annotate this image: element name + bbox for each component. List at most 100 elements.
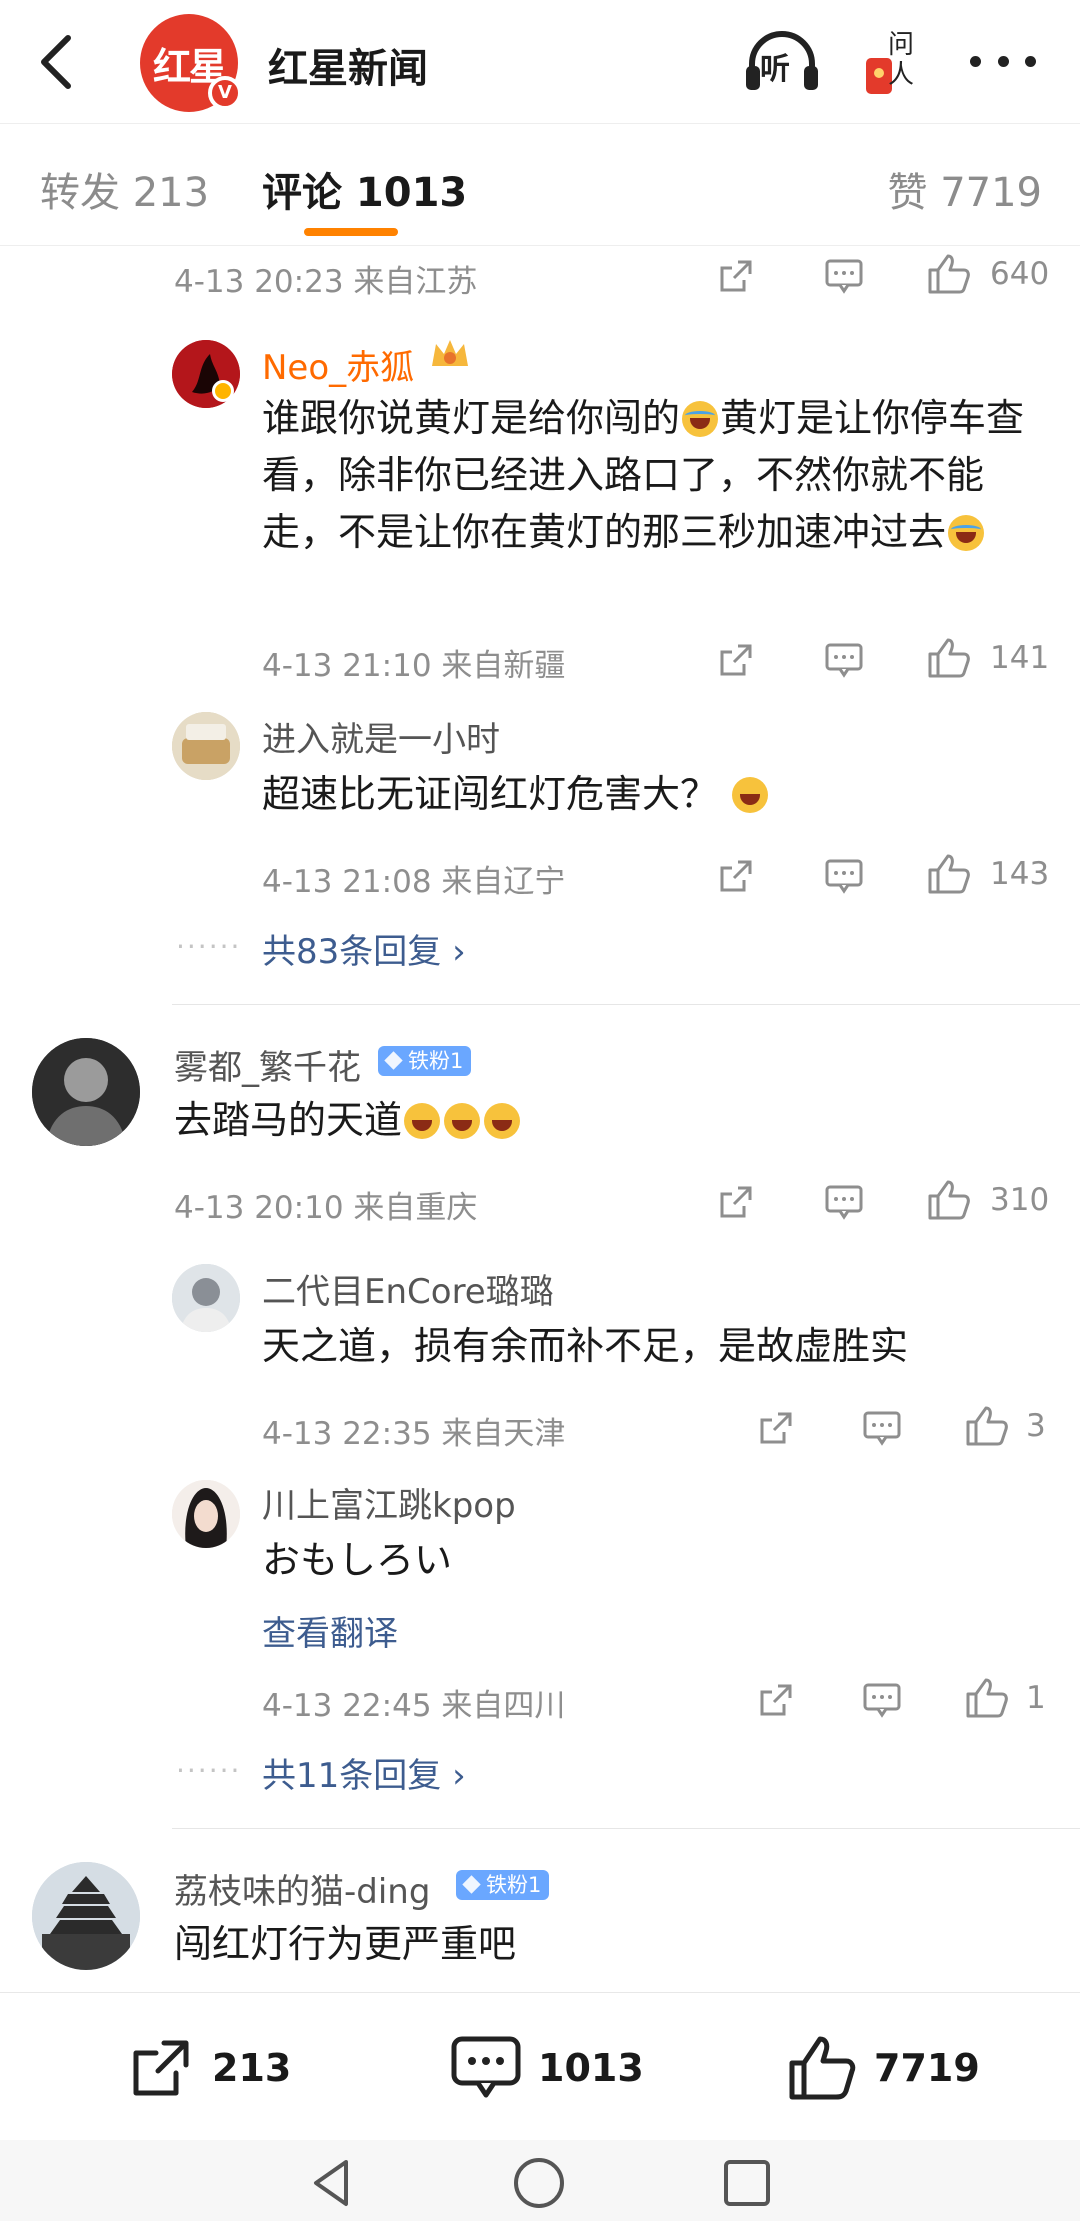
brand-name[interactable]: 红星新闻	[268, 36, 428, 94]
ask-button[interactable]: 问 人	[862, 26, 934, 98]
like-icon[interactable]	[926, 636, 972, 680]
nav-back-icon[interactable]	[306, 2156, 356, 2210]
like-icon[interactable]	[926, 1178, 972, 1222]
like-icon[interactable]	[926, 852, 972, 896]
comment-author[interactable]: 雾都_繁千花	[174, 1040, 361, 1089]
share-icon[interactable]	[716, 640, 756, 680]
comment-text: 闯红灯行为更严重吧	[174, 1922, 517, 1966]
brand-avatar[interactable]: 红星 V	[140, 14, 242, 112]
tab-comment[interactable]: 评论 1013	[262, 160, 467, 218]
tab-active-indicator	[304, 228, 398, 236]
thread-dots: ······	[176, 1754, 242, 1787]
like-count: 141	[990, 640, 1050, 676]
reply-meta: 4-13 22:45 来自四川	[262, 1688, 566, 1724]
avatar[interactable]	[32, 1862, 140, 1970]
avatar[interactable]	[32, 1038, 140, 1146]
ask-label: 问 人	[888, 30, 915, 90]
tab-repost[interactable]: 转发 213	[40, 160, 209, 218]
reply-author[interactable]: 进入就是一小时	[262, 712, 500, 761]
portrait-avatar-icon	[172, 1480, 240, 1548]
repost-icon	[133, 2040, 189, 2096]
more-dot-icon	[1025, 55, 1036, 67]
comment-icon	[451, 2036, 521, 2098]
laugh-emoji-icon	[484, 1103, 521, 1139]
repost-button[interactable]: 213	[126, 2033, 291, 2103]
reply-author[interactable]: Neo_赤狐	[262, 340, 414, 389]
comment-text: 去踏马的天道	[174, 1092, 522, 1149]
like-count: 640	[990, 256, 1050, 292]
share-icon[interactable]	[716, 256, 756, 296]
like-count: 310	[990, 1182, 1050, 1218]
nav-recents-icon[interactable]	[722, 2158, 772, 2208]
laugh-emoji-icon	[404, 1103, 441, 1139]
like-icon[interactable]	[964, 1676, 1010, 1720]
share-icon[interactable]	[716, 1182, 756, 1222]
reply-text: 天之道，损有余而补不足，是故虚胜实	[262, 1324, 909, 1368]
more-options-button[interactable]	[970, 46, 1036, 76]
verified-badge-icon	[212, 380, 234, 402]
comment-count: 1013	[538, 2046, 644, 2090]
portrait-avatar-icon	[172, 1264, 240, 1332]
more-dot-icon	[997, 55, 1009, 67]
like-button[interactable]: 7719	[786, 2033, 980, 2103]
tab-likes[interactable]: 赞 7719	[887, 160, 1042, 218]
vip-crown-icon	[432, 340, 468, 366]
comment-divider	[172, 1828, 1080, 1829]
laugh-cry-emoji-icon	[682, 401, 719, 437]
system-navigation-bar	[0, 2140, 1080, 2221]
share-icon[interactable]	[756, 1680, 796, 1720]
repost-count: 213	[212, 2046, 292, 2090]
fan-badge: 铁粉1	[378, 1046, 472, 1076]
reply-icon[interactable]	[824, 858, 864, 894]
laugh-cry-emoji-icon	[948, 515, 985, 551]
more-replies-link[interactable]: 共83条回复 ›	[262, 924, 466, 973]
comment-divider	[172, 1004, 1080, 1005]
pagoda-avatar-icon	[32, 1862, 140, 1970]
more-dot-icon	[970, 55, 981, 67]
reply-meta: 4-13 22:35 来自天津	[262, 1416, 566, 1452]
fan-badge: 铁粉1	[456, 1870, 550, 1900]
reply-text: おもしろい	[262, 1538, 453, 1582]
reply-icon[interactable]	[824, 642, 864, 678]
comment-meta: 4-13 20:23 来自江苏	[174, 264, 478, 300]
avatar[interactable]	[172, 1480, 240, 1548]
food-avatar-icon	[172, 712, 240, 780]
reply-author[interactable]: 川上富江跳kpop	[262, 1478, 516, 1527]
like-count: 3	[1026, 1408, 1046, 1444]
thread-dots: ······	[176, 930, 242, 963]
reply-icon[interactable]	[824, 1184, 864, 1220]
reply-meta: 4-13 21:08 来自辽宁	[262, 864, 566, 900]
reply-text: 谁跟你说黄灯是给你闯的 黄灯是让你停车查看，除非你已经进入路口了，不然你就不能走，…	[262, 396, 1025, 554]
like-count: 143	[990, 856, 1050, 892]
avatar[interactable]	[172, 1264, 240, 1332]
top-bar: 红星 V 红星新闻 听 问 人	[0, 0, 1080, 124]
comment-meta: 4-13 20:10 来自重庆	[174, 1190, 478, 1226]
listen-button[interactable]: 听	[742, 26, 822, 96]
reply-text: 超速比无证闯红灯危害大？	[262, 766, 770, 823]
reply-meta: 4-13 21:10 来自新疆	[262, 648, 566, 684]
tab-bar: 转发 213 评论 1013 赞 7719	[0, 124, 1080, 246]
listen-label: 听	[760, 52, 790, 87]
like-count: 7719	[874, 2046, 980, 2090]
nav-home-icon[interactable]	[512, 2156, 566, 2210]
back-icon[interactable]	[30, 30, 86, 94]
laugh-emoji-icon	[732, 777, 769, 813]
like-count: 1	[1026, 1680, 1046, 1716]
avatar[interactable]	[172, 712, 240, 780]
reply-icon[interactable]	[862, 1410, 902, 1446]
comment-author[interactable]: 荔枝味的猫-ding	[174, 1864, 430, 1913]
like-icon[interactable]	[926, 252, 972, 296]
reply-icon[interactable]	[824, 258, 864, 294]
reply-author[interactable]: 二代目EnCore璐璐	[262, 1264, 554, 1313]
comment-button[interactable]: 1013	[450, 2033, 644, 2103]
translate-link[interactable]: 查看翻译	[262, 1606, 398, 1655]
portrait-avatar-icon	[32, 1038, 140, 1146]
bottom-action-bar: 213 1013 7719	[0, 1992, 1080, 2140]
like-icon	[789, 2036, 856, 2100]
like-icon[interactable]	[964, 1404, 1010, 1448]
laugh-emoji-icon	[444, 1103, 481, 1139]
share-icon[interactable]	[716, 856, 756, 896]
share-icon[interactable]	[756, 1408, 796, 1448]
reply-icon[interactable]	[862, 1682, 902, 1718]
more-replies-link[interactable]: 共11条回复 ›	[262, 1748, 466, 1797]
